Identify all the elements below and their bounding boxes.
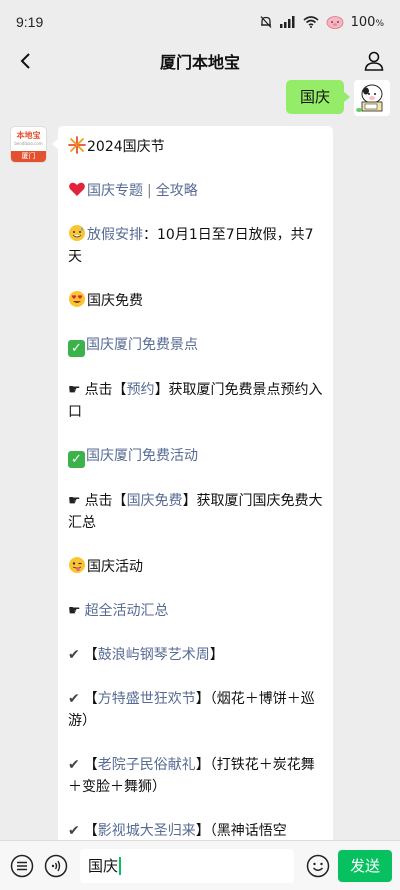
outgoing-bubble[interactable]: 国庆 (285, 80, 351, 114)
activities-text: 国庆活动 (87, 559, 143, 575)
holiday-link[interactable]: 放假安排 (87, 227, 143, 243)
free-activities-link[interactable]: 国庆厦门免费活动 (86, 448, 198, 464)
msg-line-free-activities: ✓ 国庆厦门免费活动 (68, 445, 323, 468)
sweat-smile-icon (69, 225, 85, 241)
msg-line-title: 2024国庆节 (68, 136, 323, 158)
green-check-icon: ✓ (68, 340, 85, 357)
back-button[interactable] (12, 48, 38, 74)
msg-item-laoyuanzi: ✔ 【老院子民俗献礼】（打铁花＋炭花舞＋变脸＋舞狮） (68, 754, 323, 798)
chevron-left-icon (20, 53, 30, 69)
free-text: 国庆免费 (87, 293, 143, 309)
my-avatar[interactable] (354, 80, 390, 116)
all-activities-link[interactable]: 超全活动汇总 (85, 603, 169, 619)
profile-button[interactable] (360, 47, 388, 75)
wifi-icon (303, 16, 319, 28)
check-mark-icon: ✔ (68, 757, 80, 773)
emoji-face-icon (306, 854, 330, 877)
input-bar: 国庆 发送 (0, 840, 400, 890)
booking-pre: 点击【 (84, 382, 127, 398)
mute-bell-icon (259, 15, 273, 29)
msg-item-gulangyu: ✔ 【鼓浪屿钢琴艺术周】 (68, 644, 323, 666)
free-spots-link[interactable]: 国庆厦门免费景点 (86, 337, 198, 353)
bendibao-avatar[interactable]: 本地宝 bendibao.com 厦门 (10, 126, 47, 163)
heart-eyes-icon (69, 291, 85, 307)
user-icon (364, 51, 384, 71)
summary-pre: 点击【 (84, 493, 127, 509)
fangte-link[interactable]: 方特盛世狂欢节 (98, 691, 196, 707)
battery-percent: 100% (351, 15, 384, 30)
booking-link[interactable]: 预约 (127, 382, 155, 398)
msg-line-free: 国庆免费 (68, 290, 323, 312)
send-button[interactable]: 发送 (338, 849, 392, 882)
laoyuanzi-link[interactable]: 老院子民俗献礼 (98, 757, 196, 773)
film-city-link[interactable]: 影视城大圣归来 (98, 823, 196, 839)
signal-icon (279, 16, 296, 28)
msg-line-holiday: 放假安排：10月1日至7日放假，共7天 (68, 224, 323, 268)
film-city-detail: （黑神话悟空 (209, 823, 287, 839)
voice-icon (44, 854, 68, 877)
text-caret (119, 856, 121, 875)
status-icons: 100% (259, 15, 384, 30)
tongue-wink-icon (69, 557, 85, 573)
fireworks-icon (68, 136, 86, 154)
msg-line-booking: ☛ 点击【预约】获取厦门免费景点预约入口 (68, 379, 323, 423)
topic-link[interactable]: 国庆专题 (87, 183, 143, 199)
incoming-bubble: 2024国庆节 国庆专题 | 全攻略 放假安排：10月1日至7日放假，共7天 国庆免… (52, 126, 333, 840)
battery-value: 100 (350, 14, 376, 30)
green-check-icon: ✓ (68, 451, 85, 468)
status-time: 9:19 (16, 14, 44, 30)
pointing-hand-icon: ☛ (68, 493, 81, 509)
menu-list-icon (10, 854, 34, 877)
avatar-city: 厦门 (11, 151, 46, 162)
check-mark-icon: ✔ (68, 823, 80, 839)
check-mark-icon: ✔ (68, 647, 80, 663)
outgoing-message: 国庆 (285, 80, 390, 116)
pointing-hand-icon: ☛ (68, 603, 81, 619)
topic-separator: | (147, 183, 152, 199)
avatar-logo-url: bendibao.com (14, 141, 43, 146)
check-mark-icon: ✔ (68, 691, 80, 707)
msg-line-free-spots: ✓ 国庆厦门免费景点 (68, 334, 323, 357)
battery-unit: % (375, 18, 384, 29)
cow-avatar-icon (354, 80, 390, 116)
msg-line-free-summary: ☛ 点击【国庆免费】获取厦门国庆免费大汇总 (68, 490, 323, 534)
pointing-hand-icon: ☛ (68, 382, 81, 398)
msg-item-fangte: ✔ 【方特盛世狂欢节】（烟花＋博饼＋巡游） (68, 688, 323, 732)
battery-pig-icon (326, 15, 344, 29)
red-heart-icon (69, 182, 85, 196)
status-bar: 9:19 100% (0, 0, 400, 44)
message-input-value: 国庆 (88, 857, 119, 875)
emoji-button[interactable] (304, 852, 332, 880)
msg-line-all-activities: ☛ 超全活动汇总 (68, 600, 323, 622)
gulangyu-link[interactable]: 鼓浪屿钢琴艺术周 (98, 647, 210, 663)
msg-line-topic: 国庆专题 | 全攻略 (68, 180, 323, 202)
guide-link[interactable]: 全攻略 (156, 183, 198, 199)
chat-title: 厦门本地宝 (159, 53, 240, 72)
chat-area[interactable]: 国庆 本地宝 bendibao.com 厦门 2024国庆节 国庆专题 | 全攻… (0, 78, 400, 840)
msg-item-film-city: ✔ 【影视城大圣归来】（黑神话悟空 (68, 820, 323, 840)
nav-bar: 厦门本地宝 (0, 44, 400, 78)
msg-line-activities: 国庆活动 (68, 556, 323, 578)
avatar-logo-text: 本地宝 (16, 131, 41, 140)
menu-button[interactable] (8, 852, 36, 880)
voice-button[interactable] (42, 852, 70, 880)
national-free-link[interactable]: 国庆免费 (127, 493, 183, 509)
message-input[interactable]: 国庆 (80, 848, 294, 883)
title-text: 2024国庆节 (87, 139, 165, 155)
